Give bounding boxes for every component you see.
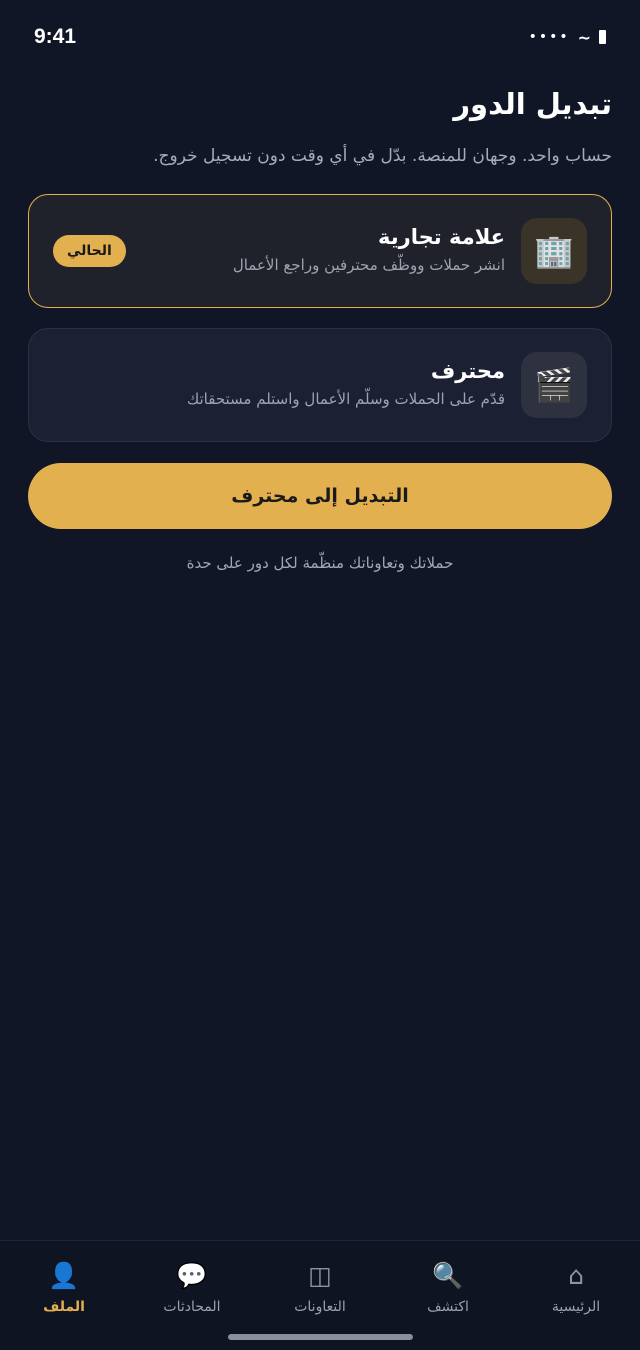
tab-label: الرئيسية — [551, 1299, 601, 1315]
switch-role-button[interactable]: التبديل إلى محترف — [28, 463, 612, 529]
tab-home[interactable]: ⌂ الرئيسية — [512, 1261, 640, 1350]
status-bar: 9:41 •••• ~ — [0, 0, 640, 74]
role-description: قدّم على الحملات وسلّم الأعمال واستلم مس… — [186, 390, 505, 408]
hint-text: حملاتك وتعاوناتك منظّمة لكل دور على حدة — [186, 554, 454, 572]
current-badge: الحالي — [53, 235, 126, 267]
role-card-text: محترف قدّم على الحملات وسلّم الأعمال واس… — [187, 357, 505, 409]
wifi-icon: ~ — [577, 27, 591, 47]
role-title: علامة تجارية — [378, 225, 505, 249]
tab-label: المحادثات — [163, 1299, 221, 1315]
tab-label: الملف — [43, 1299, 85, 1315]
role-description: انشر حملات ووظّف محترفين وراجع الأعمال — [232, 256, 505, 274]
home-indicator[interactable] — [228, 1334, 413, 1340]
role-title: محترف — [430, 359, 505, 383]
signal-dots-icon: •••• — [528, 29, 570, 45]
main-content: تبديل الدور حساب واحد. وجهان للمنصة. بدّ… — [28, 74, 612, 572]
office-building-icon: 🏢 — [521, 218, 587, 284]
tab-label: التعاونات — [294, 1299, 346, 1315]
battery-icon — [599, 30, 606, 44]
tab-label: اكتشف — [427, 1299, 469, 1315]
role-card-brand[interactable]: 🏢 علامة تجارية انشر حملات ووظّف محترفين … — [28, 194, 612, 308]
status-icons: •••• ~ — [529, 28, 606, 47]
tab-profile[interactable]: 👤 الملف — [0, 1261, 128, 1350]
search-icon: 🔍 — [432, 1261, 464, 1290]
status-time: 9:41 — [34, 25, 77, 48]
clapperboard-icon: 🎬 — [521, 352, 587, 418]
profile-icon: 👤 — [48, 1261, 80, 1290]
collaborations-icon: ◫ — [308, 1261, 332, 1290]
page-subtitle: حساب واحد. وجهان للمنصة. بدّل في أي وقت … — [153, 146, 612, 166]
home-icon: ⌂ — [568, 1261, 584, 1290]
role-card-professional[interactable]: 🎬 محترف قدّم على الحملات وسلّم الأعمال و… — [28, 328, 612, 442]
chat-icon: 💬 — [176, 1261, 208, 1290]
role-card-text: علامة تجارية انشر حملات ووظّف محترفين ور… — [233, 223, 505, 275]
page-title: تبديل الدور — [453, 87, 612, 121]
